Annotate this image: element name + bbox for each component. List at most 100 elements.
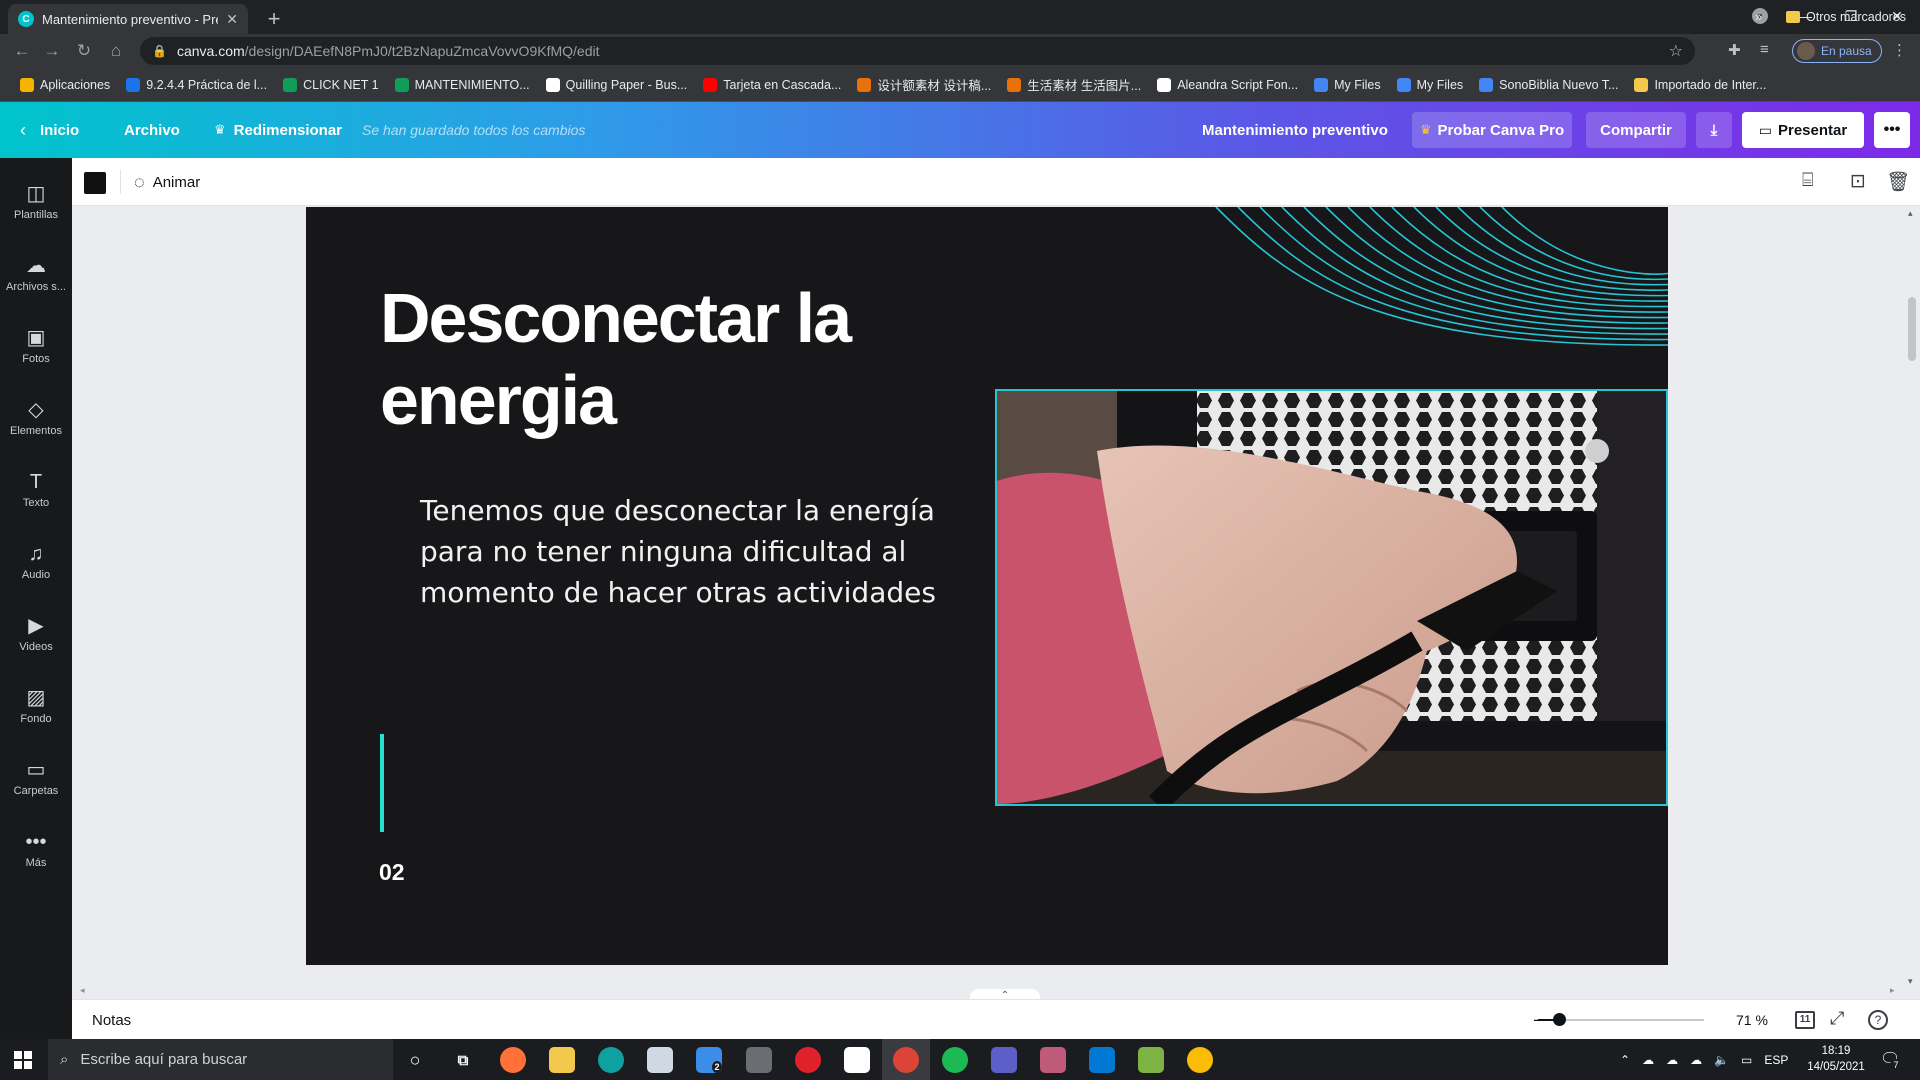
bookmark-item[interactable]: Tarjeta en Cascada... <box>695 77 849 92</box>
delete-icon[interactable]: 🗑 <box>1886 170 1910 194</box>
store-icon[interactable] <box>647 1047 673 1073</box>
file-explorer-icon[interactable] <box>549 1047 575 1073</box>
reload-button[interactable]: ↻ <box>72 39 96 63</box>
sidebar-item-upload-cloud[interactable]: ☁ Archivos s... <box>0 238 72 310</box>
browser-menu-icon[interactable]: ⋮ <box>1892 41 1907 59</box>
cortana-icon[interactable]: ○ <box>402 1047 428 1073</box>
slide-body-text[interactable]: Tenemos que desconectar la energía para … <box>420 490 940 613</box>
resize-button[interactable]: ♛ Redimensionar <box>214 102 342 158</box>
home-link[interactable]: ‹ Inicio <box>20 102 79 158</box>
bookmark-item[interactable]: CLICK NET 1 <box>275 77 387 92</box>
bookmark-item[interactable]: MANTENIMIENTO... <box>387 77 538 92</box>
bookmark-item[interactable]: Importado de Inter... <box>1626 77 1774 92</box>
new-tab-button[interactable]: + <box>260 5 288 33</box>
notes-button[interactable]: Notas <box>92 1000 131 1040</box>
sidebar-item-audio[interactable]: ♫ Audio <box>0 526 72 598</box>
bookmark-item[interactable]: 生活素材 生活图片... <box>999 75 1149 94</box>
teams-icon[interactable] <box>991 1047 1017 1073</box>
bookmark-item[interactable]: 设计额素材 设计稿... <box>849 75 999 94</box>
mail-icon[interactable]: 2 <box>696 1047 722 1073</box>
zoom-percentage[interactable]: 71 % <box>1736 1000 1768 1040</box>
reading-list-icon[interactable]: ≡ <box>1760 41 1769 58</box>
sidebar-item-elements[interactable]: ◇ Elementos <box>0 382 72 454</box>
bookmark-item[interactable]: Aplicaciones <box>12 77 118 92</box>
bookmark-label: Aleandra Script Fon... <box>1177 77 1299 92</box>
windows-start-icon[interactable] <box>14 1051 32 1069</box>
language-indicator[interactable]: ESP <box>1764 1053 1788 1067</box>
notepad-icon[interactable] <box>844 1047 870 1073</box>
cloud-icon[interactable]: ☁ <box>1666 1053 1678 1067</box>
taskbar-search[interactable]: ⌕ Escribe aquí para buscar <box>48 1039 393 1080</box>
volume-icon[interactable]: 🔈 <box>1714 1053 1729 1067</box>
task-view-icon[interactable]: ⧉ <box>450 1047 476 1073</box>
back-button[interactable]: ← <box>10 39 34 63</box>
scroll-up-icon[interactable]: ▴ <box>1908 208 1913 219</box>
accent-line[interactable] <box>380 734 384 832</box>
sidebar-item-photos[interactable]: ▣ Fotos <box>0 310 72 382</box>
fullscreen-icon[interactable]: ⤢ <box>1830 1008 1844 1029</box>
edge-icon[interactable] <box>598 1047 624 1073</box>
browser-tab[interactable]: C Mantenimiento preventivo - Pres ✕ <box>8 4 248 34</box>
help-icon[interactable]: ? <box>1868 1010 1888 1030</box>
bookmark-item[interactable]: Quilling Paper - Bus... <box>538 77 696 92</box>
sidebar-item-folder[interactable]: ▭ Carpetas <box>0 742 72 814</box>
forward-button[interactable]: → <box>40 39 64 63</box>
vscode-icon[interactable] <box>1089 1047 1115 1073</box>
extensions-icon[interactable]: ✚ <box>1728 41 1741 59</box>
slide[interactable]: Desconectar la energia Tenemos que desco… <box>306 207 1668 965</box>
paint-format-icon[interactable]: ⌸ <box>1802 170 1813 192</box>
design-name[interactable]: Mantenimiento preventivo <box>1202 102 1388 158</box>
other-bookmarks[interactable]: Otros marcadores <box>1786 0 1906 34</box>
present-button[interactable]: ▭ Presentar <box>1742 112 1864 148</box>
close-tab-icon[interactable]: ✕ <box>226 11 238 28</box>
animate-button[interactable]: ◌ Animar <box>134 158 200 206</box>
horizontal-scrollbar[interactable]: ◂ ▸ <box>80 983 1900 997</box>
scroll-left-icon[interactable]: ◂ <box>80 985 85 996</box>
slide-number[interactable]: 02 <box>379 859 405 886</box>
text-color-swatch[interactable] <box>84 172 106 194</box>
unplug-power-photo[interactable] <box>995 389 1668 806</box>
scroll-thumb[interactable] <box>1908 297 1916 361</box>
scroll-down-icon[interactable]: ▾ <box>1908 976 1913 987</box>
zoom-slider-knob[interactable] <box>1553 1013 1566 1026</box>
paint-icon[interactable] <box>1040 1047 1066 1073</box>
calculator-icon[interactable] <box>746 1047 772 1073</box>
sidebar-item-more[interactable]: ••• Más <box>0 814 72 886</box>
clock[interactable]: 18:19 14/05/2021 <box>1806 1043 1866 1075</box>
try-pro-button[interactable]: ♛ Probar Canva Pro <box>1412 112 1572 148</box>
bookmark-item[interactable]: My Files <box>1389 77 1472 92</box>
profile-button[interactable]: En pausa <box>1792 39 1882 63</box>
chrome-icon[interactable] <box>1187 1047 1213 1073</box>
page-count-button[interactable]: 11 <box>1795 1011 1815 1029</box>
display-icon[interactable]: ▭ <box>1741 1053 1752 1067</box>
network-icon[interactable]: ☁ <box>1642 1053 1654 1067</box>
files-icon <box>1314 77 1329 92</box>
chevron-up-icon[interactable]: ⌃ <box>1620 1053 1630 1067</box>
sidebar-item-templates[interactable]: ◫ Plantillas <box>0 166 72 238</box>
home-button[interactable]: ⌂ <box>104 39 128 63</box>
spotify-icon[interactable] <box>942 1047 968 1073</box>
bookmarks-more-button[interactable]: » <box>1755 9 1762 24</box>
download-button[interactable]: ⤓ <box>1696 112 1732 148</box>
slide-title[interactable]: Desconectar la energia <box>380 277 980 441</box>
bookmark-item[interactable]: 9.2.4.4 Práctica de l... <box>118 77 275 92</box>
chrome-icon[interactable] <box>893 1047 919 1073</box>
bookmark-star-icon[interactable]: ☆ <box>1669 41 1683 61</box>
bookmark-item[interactable]: My Files <box>1306 77 1389 92</box>
opera-icon[interactable] <box>795 1047 821 1073</box>
onedrive-icon[interactable]: ☁ <box>1690 1053 1702 1067</box>
sidebar-item-video[interactable]: ▶ Videos <box>0 598 72 670</box>
share-button[interactable]: Compartir <box>1586 112 1686 148</box>
scroll-right-icon[interactable]: ▸ <box>1890 985 1895 996</box>
address-bar[interactable]: 🔒 canva.com /design/DAEefN8PmJ0/t2BzNapu… <box>140 37 1695 65</box>
bookmark-item[interactable]: SonoBiblia Nuevo T... <box>1471 77 1626 92</box>
bookmark-item[interactable]: Aleandra Script Fon... <box>1149 77 1306 92</box>
android-icon[interactable] <box>1138 1047 1164 1073</box>
file-menu[interactable]: Archivo <box>124 102 180 158</box>
more-options-button[interactable]: ••• <box>1874 112 1910 148</box>
vertical-scrollbar[interactable]: ▴ ▾ <box>1904 206 1920 999</box>
sidebar-item-text[interactable]: T Texto <box>0 454 72 526</box>
lock-icon[interactable]: ⊡ <box>1850 170 1866 193</box>
firefox-icon[interactable] <box>500 1047 526 1073</box>
sidebar-item-background[interactable]: ▨ Fondo <box>0 670 72 742</box>
